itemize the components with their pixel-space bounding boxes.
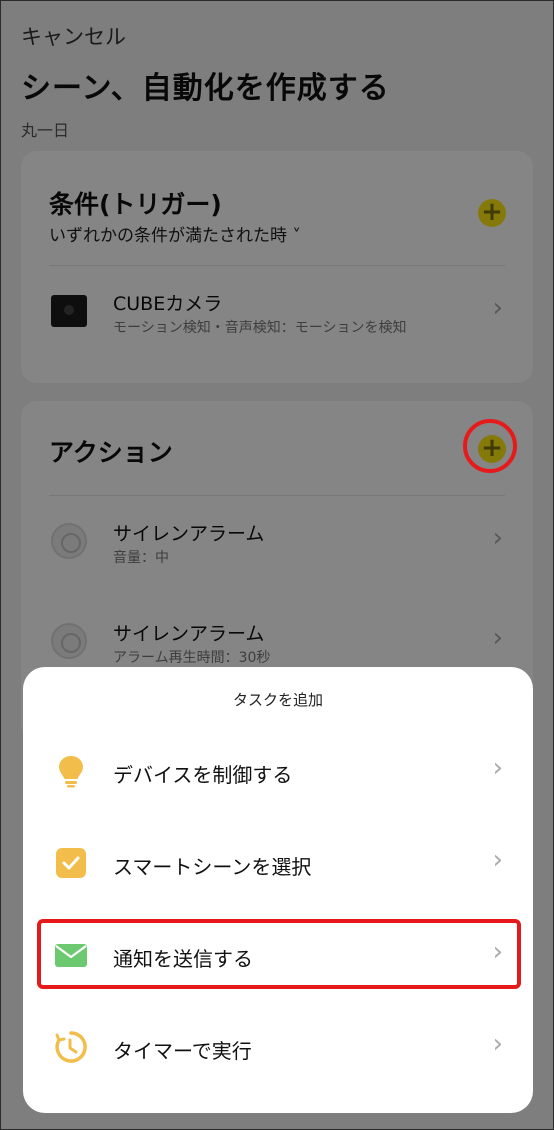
lightbulb-icon — [59, 756, 83, 788]
add-task-sheet: タスクを追加 デバイスを制御する › スマートシーンを選択 › 通知を送信する … — [23, 667, 533, 1113]
chevron-right-icon: › — [492, 845, 503, 875]
chevron-right-icon: › — [492, 753, 503, 783]
timer-icon — [55, 1031, 87, 1063]
chevron-right-icon: › — [492, 1029, 503, 1059]
sheet-title: タスクを追加 — [232, 691, 323, 709]
task-label: デバイスを制御する — [113, 763, 293, 787]
highlight-annotation-circle — [463, 419, 517, 473]
task-label: スマートシーンを選択 — [113, 855, 312, 879]
task-select-scene[interactable]: スマートシーンを選択 › — [23, 825, 533, 905]
task-control-device[interactable]: デバイスを制御する › — [23, 733, 533, 813]
task-run-timer[interactable]: タイマーで実行 › — [23, 1009, 533, 1089]
app-screen: キャンセル シーン、自動化を作成する 丸一日 条件(トリガー) いずれかの条件が… — [0, 0, 554, 1130]
task-label: タイマーで実行 — [113, 1039, 252, 1063]
highlight-annotation-box — [37, 919, 521, 989]
checkbox-icon — [56, 848, 86, 878]
